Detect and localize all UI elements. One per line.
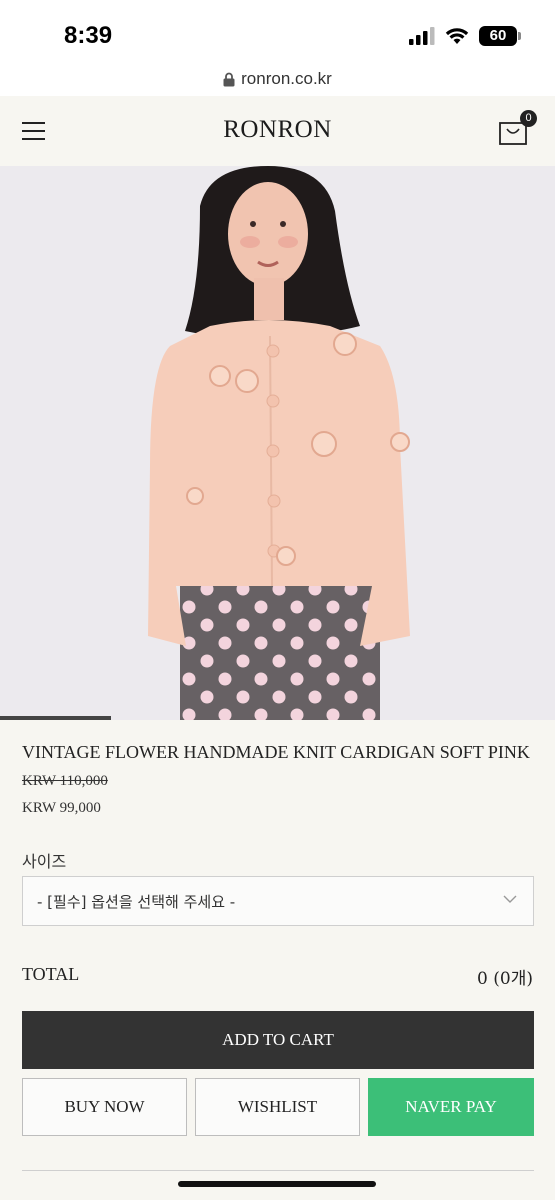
original-price: KRW 110,000 [22,773,108,789]
signal-icon [409,27,435,45]
gallery-progress-bar [0,716,111,720]
buy-now-button[interactable]: BUY NOW [22,1078,187,1136]
product-photo [0,166,555,720]
url-text: ronron.co.kr [241,69,332,88]
site-logo[interactable]: RONRON [0,116,555,144]
battery-indicator: 60 [479,26,521,46]
status-bar: 8:39 60 [0,0,555,62]
address-bar[interactable]: ronron.co.kr [0,62,555,96]
wishlist-button[interactable]: WISHLIST [195,1078,360,1136]
add-to-cart-button[interactable]: ADD TO CART [22,1011,534,1069]
naver-pay-button[interactable]: NAVER PAY [368,1078,534,1136]
cart-button[interactable]: 0 [499,110,537,148]
product-image[interactable] [0,166,555,720]
cart-count-badge: 0 [520,110,537,127]
size-option-label: 사이즈 [22,852,67,871]
status-icons: 60 [409,26,521,46]
size-select-value: - [필수] 옵션을 선택해 주세요 - [37,892,236,911]
chevron-down-icon [503,895,517,903]
site-header: RONRON 0 [0,96,555,166]
total-value: 0 (0개) [477,969,533,989]
home-indicator[interactable] [178,1181,376,1187]
sale-price: KRW 99,000 [22,800,101,816]
total-label: TOTAL [22,964,80,984]
section-divider [22,1170,534,1171]
lock-icon [223,72,235,86]
wifi-icon [445,28,469,44]
size-select[interactable]: - [필수] 옵션을 선택해 주세요 - [22,876,534,926]
product-title: VINTAGE FLOWER HANDMADE KNIT CARDIGAN SO… [22,742,530,762]
status-time: 8:39 [64,22,113,49]
